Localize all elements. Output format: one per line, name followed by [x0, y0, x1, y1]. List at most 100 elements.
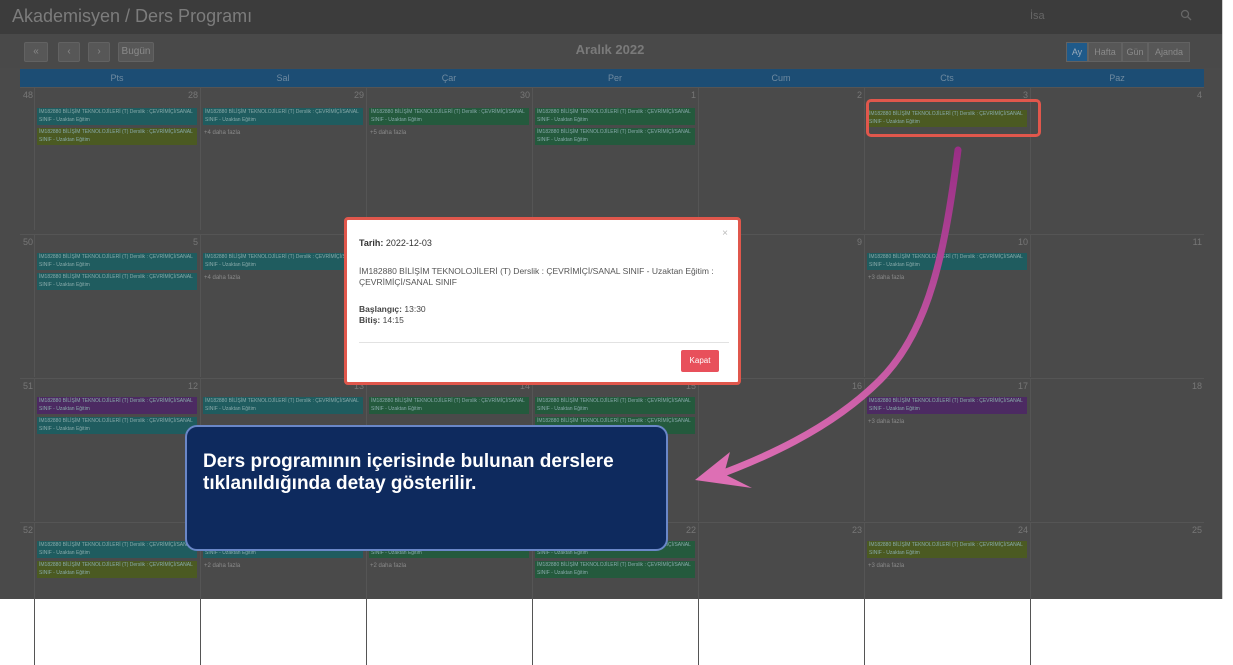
calendar-event[interactable]: İM182880 BİLİŞİM TEKNOLOJİLERİ (T) Dersl…	[37, 397, 197, 414]
page-title: Akademisyen / Ders Programı	[12, 6, 253, 26]
modal-start-value: 13:30	[404, 304, 426, 314]
modal-date-value: 2022-12-03	[385, 238, 432, 248]
day-number: 23	[851, 525, 862, 535]
more-events-link[interactable]: +2 daha fazla	[204, 563, 240, 569]
more-events-link[interactable]: +3 daha fazla	[868, 419, 904, 425]
day-cell[interactable]: 1 İM182880 BİLİŞİM TEKNOLOJİLERİ (T) Der…	[532, 88, 699, 230]
calendar-event[interactable]: İM182880 BİLİŞİM TEKNOLOJİLERİ (T) Dersl…	[37, 541, 197, 558]
view-day-button[interactable]: Gün	[1122, 42, 1148, 62]
calendar-event[interactable]: İM182880 BİLİŞİM TEKNOLOJİLERİ (T) Dersl…	[867, 541, 1027, 558]
more-events-link[interactable]: +4 daha fazla	[204, 275, 240, 281]
week-number: 52	[23, 525, 34, 535]
modal-end-label: Bitiş:	[359, 315, 381, 325]
calendar-event[interactable]: İM182880 BİLİŞİM TEKNOLOJİLERİ (T) Dersl…	[37, 273, 197, 290]
user-name[interactable]: İsa	[1030, 10, 1045, 22]
modal-date: Tarih: 2022-12-03	[359, 238, 432, 248]
week-number: 51	[23, 381, 34, 391]
event-detail-modal: × Tarih: 2022-12-03 İM182880 BİLİŞİM TEK…	[344, 217, 741, 385]
more-events-link[interactable]: +3 daha fazla	[868, 275, 904, 281]
view-agenda-button[interactable]: Ajanda	[1148, 42, 1190, 62]
day-header-mon: Pts	[110, 73, 124, 83]
day-number: 5	[192, 237, 198, 247]
day-header-tue: Sal	[276, 73, 290, 83]
day-cell[interactable]: 16	[698, 379, 865, 521]
day-cell[interactable]: 11	[1030, 235, 1205, 377]
day-cell[interactable]: 2	[698, 88, 865, 230]
calendar-event[interactable]: İM182880 BİLİŞİM TEKNOLOJİLERİ (T) Dersl…	[369, 108, 529, 125]
modal-close-icon[interactable]: ×	[722, 228, 728, 239]
more-events-link[interactable]: +2 daha fazla	[370, 563, 406, 569]
calendar-event[interactable]: İM182880 BİLİŞİM TEKNOLOJİLERİ (T) Dersl…	[37, 128, 197, 145]
top-bar: Akademisyen / Ders Programı İsa	[0, 0, 1222, 34]
calendar-event[interactable]: İM182880 BİLİŞİM TEKNOLOJİLERİ (T) Dersl…	[535, 108, 695, 125]
day-number: 10	[1017, 237, 1028, 247]
calendar-event[interactable]: İM182880 BİLİŞİM TEKNOLOJİLERİ (T) Dersl…	[203, 397, 363, 414]
day-number: 30	[519, 90, 530, 100]
day-number: 22	[685, 525, 696, 535]
day-number: 11	[1192, 237, 1202, 247]
day-header-wed: Çar	[441, 73, 457, 83]
day-cell[interactable]: 12 İM182880 BİLİŞİM TEKNOLOJİLERİ (T) De…	[34, 379, 201, 521]
day-number: 16	[851, 381, 862, 391]
day-number: 24	[1017, 525, 1028, 535]
day-number: 28	[187, 90, 198, 100]
more-events-link[interactable]: +4 daha fazla	[204, 130, 240, 136]
week-number: 50	[23, 237, 34, 247]
day-cell[interactable]: 25	[1030, 523, 1205, 665]
callout-text: Ders programının içerisinde bulunan ders…	[203, 451, 614, 494]
day-number: 2	[856, 90, 862, 100]
calendar-event[interactable]: İM182880 BİLİŞİM TEKNOLOJİLERİ (T) Dersl…	[867, 397, 1027, 414]
day-header-thu: Per	[607, 73, 622, 83]
day-number: 4	[1196, 90, 1202, 100]
calendar-event[interactable]: İM182880 BİLİŞİM TEKNOLOJİLERİ (T) Dersl…	[37, 108, 197, 125]
calendar-event[interactable]: İM182880 BİLİŞİM TEKNOLOJİLERİ (T) Dersl…	[369, 397, 529, 414]
more-events-link[interactable]: +3 daha fazla	[868, 563, 904, 569]
prev-year-button[interactable]: «	[24, 42, 48, 62]
calendar-event[interactable]: İM182880 BİLİŞİM TEKNOLOJİLERİ (T) Dersl…	[203, 253, 363, 270]
modal-start-time: Başlangıç: 13:30	[359, 304, 426, 314]
day-cell[interactable]: 6 İM182880 BİLİŞİM TEKNOLOJİLERİ (T) Der…	[200, 235, 367, 377]
day-header-row: Pts Sal Çar Per Cum Cts Paz	[20, 69, 1204, 87]
day-number: 18	[1191, 381, 1202, 391]
modal-date-label: Tarih:	[359, 238, 384, 248]
week-number: 48	[23, 90, 34, 100]
day-number: 9	[856, 237, 862, 247]
day-header-sat: Cts	[940, 73, 954, 83]
day-cell[interactable]: 23	[698, 523, 865, 665]
calendar-event[interactable]: İM182880 BİLİŞİM TEKNOLOJİLERİ (T) Dersl…	[535, 128, 695, 145]
day-cell[interactable]: 30 İM182880 BİLİŞİM TEKNOLOJİLERİ (T) De…	[366, 88, 533, 230]
day-cell[interactable]: 24 İM182880 BİLİŞİM TEKNOLOJİLERİ (T) De…	[864, 523, 1031, 665]
modal-start-label: Başlangıç:	[359, 304, 402, 314]
search-icon[interactable]	[1180, 9, 1192, 21]
calendar-event[interactable]: İM182880 BİLİŞİM TEKNOLOJİLERİ (T) Dersl…	[867, 253, 1027, 270]
day-header-fri: Cum	[771, 73, 791, 83]
calendar-event[interactable]: İM182880 BİLİŞİM TEKNOLOJİLERİ (T) Dersl…	[37, 561, 197, 578]
day-cell[interactable]: 5 İM182880 BİLİŞİM TEKNOLOJİLERİ (T) Der…	[34, 235, 201, 377]
calendar-event[interactable]: İM182880 BİLİŞİM TEKNOLOJİLERİ (T) Dersl…	[535, 561, 695, 578]
day-cell[interactable]: 29 İM182880 BİLİŞİM TEKNOLOJİLERİ (T) De…	[200, 88, 367, 230]
day-cell[interactable]: 18	[1030, 379, 1205, 521]
calendar-event[interactable]: İM182880 BİLİŞİM TEKNOLOJİLERİ (T) Dersl…	[535, 397, 695, 414]
next-month-button[interactable]: ›	[88, 42, 110, 62]
calendar-event[interactable]: İM182880 BİLİŞİM TEKNOLOJİLERİ (T) Dersl…	[37, 253, 197, 270]
day-cell[interactable]: 4	[1030, 88, 1205, 230]
day-cell[interactable]: 17 İM182880 BİLİŞİM TEKNOLOJİLERİ (T) De…	[864, 379, 1031, 521]
close-button[interactable]: Kapat	[681, 350, 719, 372]
month-title: Aralık 2022	[575, 42, 645, 57]
prev-month-button[interactable]: ‹	[58, 42, 80, 62]
modal-divider	[359, 342, 729, 343]
today-button[interactable]: Bugün	[118, 42, 154, 62]
calendar-event[interactable]: İM182880 BİLİŞİM TEKNOLOJİLERİ (T) Dersl…	[203, 108, 363, 125]
day-cell[interactable]: 28 İM182880 BİLİŞİM TEKNOLOJİLERİ (T) De…	[34, 88, 201, 230]
day-cell[interactable]: 10 İM182880 BİLİŞİM TEKNOLOJİLERİ (T) De…	[864, 235, 1031, 377]
view-week-button[interactable]: Hafta	[1088, 42, 1122, 62]
calendar-event[interactable]: İM182880 BİLİŞİM TEKNOLOJİLERİ (T) Dersl…	[37, 417, 197, 434]
modal-description: İM182880 BİLİŞİM TEKNOLOJİLERİ (T) Dersl…	[359, 266, 714, 287]
more-events-link[interactable]: +5 daha fazla	[370, 130, 406, 136]
calendar-toolbar: « ‹ › Bugün Aralık 2022 Ay Hafta Gün Aja…	[0, 34, 1222, 68]
day-cell[interactable]: 19 İM182880 BİLİŞİM TEKNOLOJİLERİ (T) De…	[34, 523, 201, 665]
view-month-button[interactable]: Ay	[1066, 42, 1088, 62]
day-header-sun: Paz	[1109, 73, 1125, 83]
day-number: 17	[1017, 381, 1028, 391]
selected-event-highlight	[866, 99, 1041, 137]
